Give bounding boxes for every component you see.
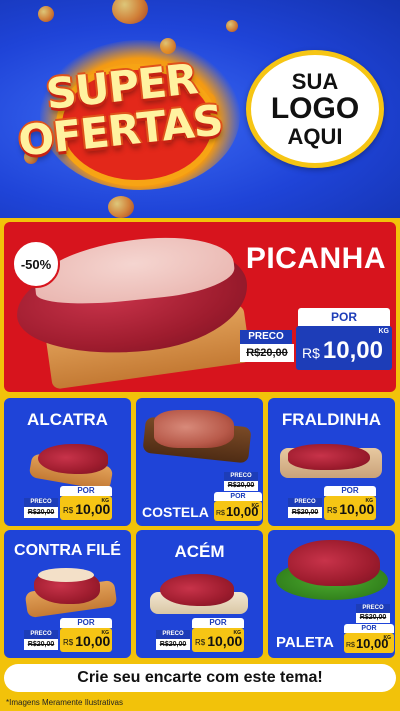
- coin-decoration: [112, 0, 148, 24]
- discount-badge: -50%: [12, 240, 60, 288]
- old-price: R$20,00: [224, 481, 258, 491]
- unit: KG: [233, 630, 242, 636]
- product-name: PALETA: [276, 634, 334, 651]
- unit: KG: [101, 630, 110, 636]
- currency: R$: [216, 510, 225, 517]
- currency: R$: [302, 345, 320, 361]
- product-name: PICANHA: [245, 242, 386, 275]
- logo-text-line: SUA: [291, 69, 339, 95]
- new-price: R$ 10,00 KG: [60, 496, 112, 520]
- disclaimer-text: *Imagens Meramente Ilustrativas: [6, 698, 123, 707]
- preco-label: PRECO: [24, 498, 58, 507]
- por-label: POR: [324, 486, 376, 496]
- price-tag: POR PRECO R$20,00 R$ 10,00 KG: [240, 308, 392, 374]
- currency: R$: [327, 506, 338, 515]
- product-card-contra-file[interactable]: CONTRA FILÉ POR PRECO R$20,00 R$ 10,00 K…: [4, 530, 131, 658]
- por-label: POR: [344, 624, 394, 633]
- currency: R$: [63, 638, 74, 647]
- logo-text-line: LOGO: [270, 92, 360, 126]
- currency: R$: [346, 642, 355, 649]
- price-tag: POR PRECO R$20,00 R$ 10,00 KG: [288, 486, 392, 522]
- preco-label: PRECO: [156, 630, 190, 639]
- unit: KG: [383, 635, 392, 641]
- price-tag: PRECO R$20,00 POR R$ 10,00 KG: [344, 600, 394, 654]
- preco-label: PRECO: [224, 472, 258, 481]
- preco-label: PRECO: [356, 604, 390, 613]
- price-tag: POR PRECO R$20,00 R$ 10,00 KG: [24, 486, 128, 522]
- old-price: R$20,00: [156, 639, 190, 650]
- preco-label: PRECO: [24, 630, 58, 639]
- product-name: ALCATRA: [27, 410, 108, 429]
- por-label: POR: [192, 618, 244, 628]
- logo-placeholder: SUA LOGO AQUI: [246, 50, 384, 168]
- new-price: R$ 10,00 KG: [344, 633, 394, 653]
- product-card-costela[interactable]: COSTELA PRECO R$20,00 POR R$ 10,00 KG: [136, 398, 263, 526]
- price-tag: POR PRECO R$20,00 R$ 10,00 KG: [156, 618, 260, 654]
- header-banner: SUPER OFERTAS SUA LOGO AQUI: [0, 0, 400, 218]
- price-tag: PRECO R$20,00 POR R$ 10,00 KG: [214, 468, 262, 522]
- por-label: POR: [60, 486, 112, 496]
- preco-label: PRECO: [240, 330, 292, 344]
- new-price: R$ 10,00 KG: [192, 628, 244, 652]
- por-label: POR: [298, 308, 390, 326]
- por-label: POR: [60, 618, 112, 628]
- old-price: R$20,00: [288, 507, 322, 518]
- price-tag: POR PRECO R$20,00 R$ 10,00 KG: [24, 618, 128, 654]
- new-price: R$ 10,00 KG: [296, 326, 392, 370]
- preco-label: PRECO: [288, 498, 322, 507]
- product-name: COSTELA: [142, 504, 209, 520]
- logo-text-line: AQUI: [287, 123, 343, 149]
- old-price: R$20,00: [240, 344, 294, 362]
- product-name: FRALDINHA: [281, 410, 382, 429]
- product-name: CONTRA FILÉ: [14, 542, 121, 559]
- price-value: 10,00: [322, 337, 383, 364]
- main-offer-card[interactable]: -50% PICANHA POR PRECO R$20,00 R$ 10,00 …: [4, 222, 396, 392]
- unit: KG: [378, 328, 390, 335]
- currency: R$: [63, 506, 74, 515]
- coin-decoration: [226, 20, 238, 32]
- new-price: R$ 10,00 KG: [324, 496, 376, 520]
- unit: KG: [365, 498, 374, 504]
- product-card-alcatra[interactable]: ALCATRA POR PRECO R$20,00 R$ 10,00 KG: [4, 398, 131, 526]
- product-card-paleta[interactable]: PALETA PRECO R$20,00 POR R$ 10,00 KG: [268, 530, 395, 658]
- old-price: R$20,00: [24, 507, 58, 518]
- new-price: R$ 10,00 KG: [60, 628, 112, 652]
- new-price: R$ 10,00 KG: [214, 501, 262, 521]
- unit: KG: [101, 498, 110, 504]
- old-price: R$20,00: [356, 613, 390, 623]
- currency: R$: [195, 638, 206, 647]
- product-name: ACÉM: [174, 542, 225, 561]
- unit: KG: [251, 503, 260, 509]
- old-price: R$20,00: [24, 639, 58, 650]
- coin-decoration: [108, 196, 134, 218]
- product-card-acem[interactable]: ACÉM POR PRECO R$20,00 R$ 10,00 KG: [136, 530, 263, 658]
- product-card-fraldinha[interactable]: FRALDINHA POR PRECO R$20,00 R$ 10,00 KG: [268, 398, 395, 526]
- cta-banner[interactable]: Crie seu encarte com este tema!: [4, 664, 396, 692]
- por-label: POR: [214, 492, 262, 501]
- coin-decoration: [38, 6, 54, 22]
